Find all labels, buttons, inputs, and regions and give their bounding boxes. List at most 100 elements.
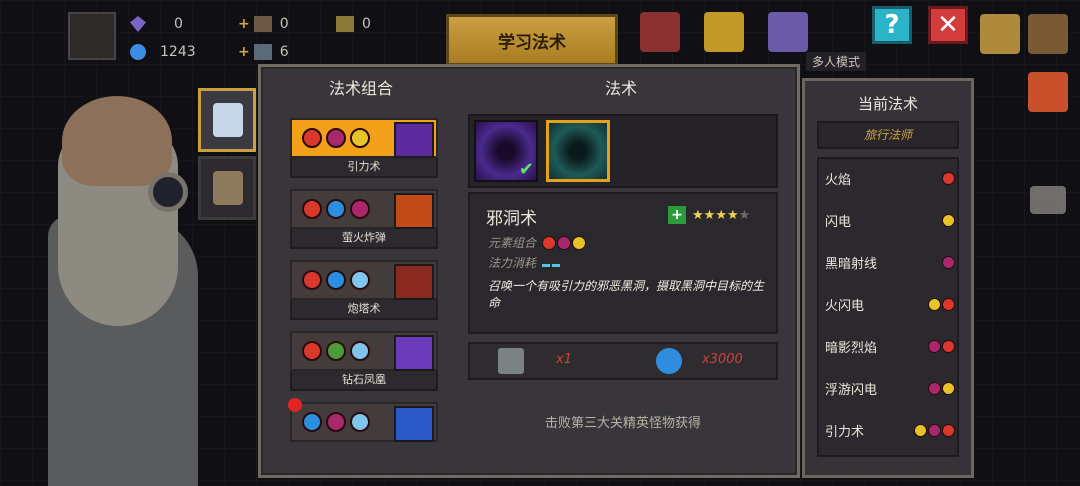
current-spell-name: 火闪电	[825, 298, 865, 314]
ice-element-icon	[350, 341, 370, 361]
combo-item[interactable]	[288, 398, 438, 464]
combo-art-icon	[394, 193, 434, 229]
calendar-icon[interactable]	[640, 12, 680, 52]
player-portrait	[68, 12, 116, 60]
inventory-icon[interactable]	[980, 14, 1020, 54]
dark-element-icon	[928, 381, 941, 395]
star-icon: ★	[703, 207, 716, 223]
current-spells-panel: 当前法术 旅行法师 火焰 闪电 黑暗射线 火闪电 暗影烈焰 浮游闪电 引力术	[802, 78, 974, 478]
combo-label: 钻石凤凰	[290, 371, 438, 391]
combo-art-icon	[394, 335, 434, 371]
tab-learn-spells[interactable]: 学习法术	[446, 14, 618, 66]
mana-cost-bars	[542, 256, 562, 270]
top-hud: 0 1243 + 0 + 6 0	[68, 10, 448, 70]
ice-element-icon	[350, 270, 370, 290]
dark-element-icon	[928, 339, 941, 353]
current-spell-item[interactable]: 火闪电	[823, 287, 957, 321]
current-spell-item[interactable]: 引力术	[823, 413, 957, 447]
spells-heading: 法术	[605, 79, 638, 98]
combo-item[interactable]: 炮塔术	[290, 260, 438, 322]
scroll-icon	[498, 348, 524, 374]
diamond-shop-icon[interactable]	[768, 12, 808, 52]
current-spell-item[interactable]: 黑暗射线	[823, 245, 957, 279]
combo-label: 引力术	[290, 158, 438, 178]
combo-elements	[290, 189, 438, 229]
current-spell-item[interactable]: 暗影烈焰	[823, 329, 957, 363]
upgrade-plus-icon[interactable]: +	[668, 206, 686, 224]
scroll-cost: x1	[556, 352, 572, 367]
new-badge-icon	[288, 398, 302, 412]
combo-elements	[288, 398, 438, 442]
gem-count: 0	[174, 16, 183, 32]
elements-row: 元素组合	[488, 234, 587, 251]
plus-icon: +	[238, 16, 250, 32]
tab-spell-book[interactable]	[198, 88, 256, 152]
fire-element-icon	[942, 171, 955, 185]
current-spell-name: 黑暗射线	[825, 256, 878, 272]
mana-bar	[542, 263, 551, 267]
current-spell-elements	[942, 255, 955, 269]
journal-icon	[213, 171, 243, 205]
chat-icon[interactable]	[1030, 186, 1066, 214]
fire-element-icon	[302, 199, 322, 219]
ice-element-icon	[350, 412, 370, 432]
spell-selector: ✔	[468, 114, 778, 188]
combo-elements	[290, 331, 438, 371]
item-b-count: 6	[279, 44, 289, 60]
combo-item[interactable]: 引力术	[290, 118, 438, 180]
chest-icon[interactable]	[704, 12, 744, 52]
spell-detail: 邪洞术 + ★★★★★ 元素组合 法力消耗 召唤一个有吸引力的邪恶黑洞，摄取黑洞…	[468, 192, 778, 334]
fire-element-icon	[942, 297, 955, 311]
fire-element-icon	[302, 270, 322, 290]
dark-element-icon	[326, 128, 346, 148]
tab-journal[interactable]	[198, 156, 256, 220]
item-a-counter: + 0	[238, 16, 289, 32]
combo-art-icon	[394, 406, 434, 442]
current-spell-item[interactable]: 火焰	[823, 161, 957, 195]
dark-element-icon	[557, 235, 572, 250]
settings-icon[interactable]	[1028, 14, 1068, 54]
spell-thumb-evil-hole[interactable]	[546, 120, 610, 182]
combo-item[interactable]: 钻石凤凰	[290, 331, 438, 393]
current-spell-elements	[928, 381, 955, 395]
combo-art-icon	[394, 122, 434, 158]
material-icon	[253, 16, 272, 32]
dark-element-icon	[350, 199, 370, 219]
star-icon: ★	[726, 207, 739, 223]
item-c-count: 0	[362, 16, 371, 32]
blue-coin-icon	[656, 348, 682, 374]
spell-thumb-black-hole[interactable]: ✔	[474, 120, 538, 182]
fire-element-icon	[302, 341, 322, 361]
light-element-icon	[942, 381, 955, 395]
coin-counter: 1243	[130, 44, 196, 60]
dark-element-icon	[326, 412, 346, 432]
gem-counter: 0	[130, 16, 183, 32]
current-spell-elements	[942, 171, 955, 185]
gift-icon[interactable]	[1028, 72, 1068, 112]
fire-element-icon	[942, 339, 955, 353]
water-element-icon	[302, 412, 322, 432]
earth-element-icon	[326, 341, 346, 361]
combo-art-icon	[394, 264, 434, 300]
combos-heading: 法术组合	[329, 79, 394, 98]
combo-item[interactable]: 萤火炸弹	[290, 189, 438, 251]
plus-icon: +	[238, 44, 250, 60]
spell-scroll-icon	[213, 103, 243, 137]
combo-label: 炮塔术	[290, 300, 438, 320]
current-spell-item[interactable]: 浮游闪电	[823, 371, 957, 405]
current-spell-list: 火焰闪电黑暗射线火闪电暗影烈焰浮游闪电引力术	[817, 157, 959, 457]
multiplayer-label[interactable]: 多人模式	[806, 52, 867, 71]
water-element-icon	[326, 199, 346, 219]
close-button[interactable]: ✕	[928, 6, 968, 44]
coin-cost: x3000	[702, 352, 743, 367]
current-spell-elements	[914, 423, 955, 437]
learned-check-icon: ✔	[518, 159, 534, 180]
help-button[interactable]: ?	[872, 6, 912, 44]
current-spell-item[interactable]: 闪电	[823, 203, 957, 237]
element-icons	[542, 235, 587, 250]
mana-label: 法力消耗	[488, 256, 537, 270]
fire-element-icon	[302, 128, 322, 148]
current-spell-name: 浮游闪电	[825, 382, 878, 398]
light-element-icon	[350, 128, 370, 148]
item-c-counter: 0	[336, 16, 371, 32]
